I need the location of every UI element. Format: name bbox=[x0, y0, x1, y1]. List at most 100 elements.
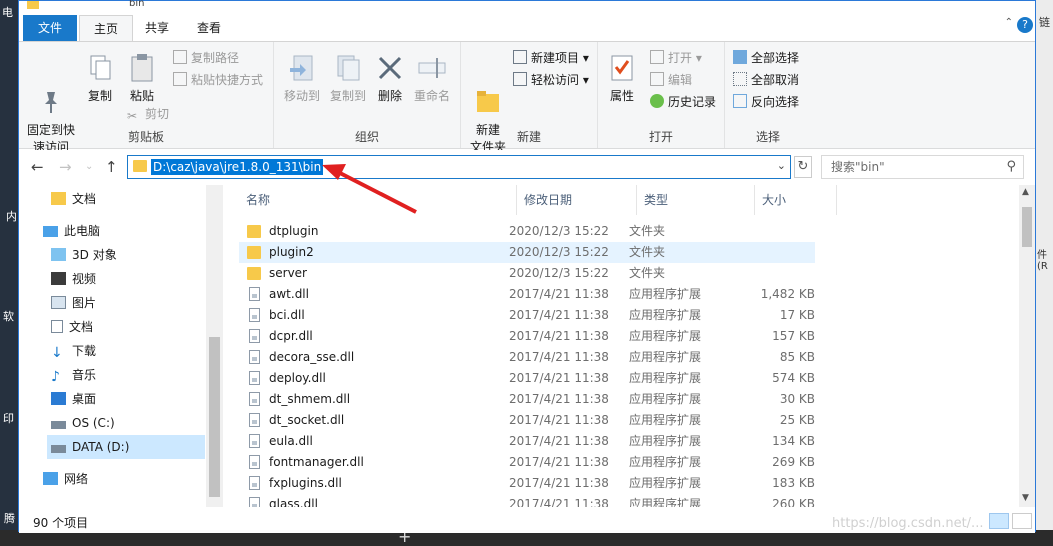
invert-selection-icon bbox=[733, 94, 747, 108]
tab-home[interactable]: 主页 bbox=[79, 15, 134, 41]
nav-scrollbar-thumb[interactable] bbox=[209, 337, 220, 497]
rename-label: 重命名 bbox=[413, 89, 450, 103]
chevron-down-icon[interactable]: ⌄ bbox=[777, 159, 786, 172]
window-title: bin bbox=[129, 0, 145, 9]
edit-button[interactable]: 编辑 bbox=[650, 70, 692, 90]
file-row[interactable]: eula.dll 2017/4/21 11:38 应用程序扩展 134 KB bbox=[239, 431, 815, 452]
search-input[interactable]: 搜索"bin" ⚲ bbox=[821, 155, 1024, 179]
nav-scrollbar[interactable] bbox=[206, 185, 223, 507]
file-row[interactable]: deploy.dll 2017/4/21 11:38 应用程序扩展 574 KB bbox=[239, 368, 815, 389]
nav-item-3d-objects[interactable]: 3D 对象 bbox=[51, 243, 221, 267]
nav-item-documents[interactable]: 文档 bbox=[51, 315, 221, 339]
select-none-button[interactable]: 全部取消 bbox=[733, 70, 799, 90]
quick-access-toolbar: bin bbox=[19, 0, 1035, 13]
file-size: 25 KB bbox=[779, 413, 815, 427]
desktop-label: 腾 bbox=[4, 512, 15, 525]
desktop-label: 电 bbox=[2, 6, 13, 19]
up-arrow-icon[interactable]: ↑ bbox=[105, 158, 118, 176]
select-group: 全部选择 全部取消 反向选择 选择 bbox=[725, 42, 811, 148]
file-row[interactable]: decora_sse.dll 2017/4/21 11:38 应用程序扩展 85 KB bbox=[239, 347, 815, 368]
move-to-button[interactable]: 移动到 bbox=[280, 52, 324, 105]
file-row[interactable]: glass.dll 2017/4/21 11:38 应用程序扩展 260 KB bbox=[239, 494, 815, 507]
file-size: 85 KB bbox=[779, 350, 815, 364]
refresh-icon[interactable]: ↻ bbox=[794, 156, 812, 178]
tab-file[interactable]: 文件 bbox=[23, 15, 78, 41]
file-name: fontmanager.dll bbox=[269, 455, 364, 469]
nav-item-pictures[interactable]: 图片 bbox=[51, 291, 221, 315]
new-item-icon bbox=[513, 50, 527, 64]
nav-item-music[interactable]: ♪ 音乐 bbox=[51, 363, 221, 387]
file-row[interactable]: fxplugins.dll 2017/4/21 11:38 应用程序扩展 183 KB bbox=[239, 473, 815, 494]
easy-access-button[interactable]: 轻松访问 ▾ bbox=[513, 70, 589, 90]
dll-file-icon bbox=[249, 308, 260, 322]
scissors-icon: ✂ bbox=[127, 109, 138, 123]
select-all-button[interactable]: 全部选择 bbox=[733, 48, 799, 68]
tab-share[interactable]: 共享 bbox=[131, 15, 183, 41]
file-row[interactable]: dtplugin 2020/12/3 15:22 文件夹 bbox=[239, 221, 815, 242]
music-icon: ♪ bbox=[51, 369, 60, 385]
copy-button[interactable]: 复制 bbox=[81, 52, 119, 105]
nav-item-this-pc[interactable]: 此电脑 bbox=[43, 219, 221, 243]
new-folder-icon bbox=[472, 69, 504, 112]
desktop-icon bbox=[51, 392, 66, 405]
file-type: 应用程序扩展 bbox=[629, 350, 702, 364]
file-size: 17 KB bbox=[779, 308, 815, 322]
address-path[interactable]: D:\caz\java\jre1.8.0_131\bin bbox=[151, 159, 324, 175]
tab-view[interactable]: 查看 bbox=[183, 15, 235, 41]
file-name: eula.dll bbox=[269, 434, 313, 448]
open-button[interactable]: 打开 ▾ bbox=[650, 48, 702, 68]
new-item-button[interactable]: 新建项目 ▾ bbox=[513, 48, 589, 68]
nav-item-videos[interactable]: 视频 bbox=[51, 267, 221, 291]
column-header-size[interactable]: 大小 bbox=[755, 185, 837, 215]
nav-item-os-c[interactable]: OS (C:) bbox=[51, 411, 221, 435]
chevron-up-icon[interactable]: ⌃ bbox=[1005, 17, 1013, 28]
large-icons-view-icon[interactable] bbox=[1012, 513, 1032, 529]
scroll-up-icon[interactable]: ▲ bbox=[1022, 187, 1029, 197]
column-header-name[interactable]: 名称 bbox=[239, 185, 517, 215]
rename-button[interactable]: 重命名 bbox=[410, 52, 454, 105]
nav-item-network[interactable]: 网络 bbox=[43, 467, 221, 491]
column-header-date[interactable]: 修改日期 bbox=[517, 185, 637, 215]
file-row[interactable]: dcpr.dll 2017/4/21 11:38 应用程序扩展 157 KB bbox=[239, 326, 815, 347]
file-row[interactable]: fontmanager.dll 2017/4/21 11:38 应用程序扩展 269 … bbox=[239, 452, 815, 473]
file-row[interactable]: awt.dll 2017/4/21 11:38 应用程序扩展 1,482 KB bbox=[239, 284, 815, 305]
nav-item-desktop[interactable]: 桌面 bbox=[51, 387, 221, 411]
scroll-down-icon[interactable]: ▼ bbox=[1022, 493, 1029, 503]
details-view-icon[interactable] bbox=[989, 513, 1009, 529]
folder-icon bbox=[247, 246, 261, 259]
copy-to-button[interactable]: 复制到 bbox=[326, 52, 370, 105]
file-name: fxplugins.dll bbox=[269, 476, 342, 490]
file-size: 183 KB bbox=[772, 476, 815, 490]
paste-button[interactable]: 粘贴 bbox=[123, 52, 161, 105]
file-row[interactable]: plugin2 2020/12/3 15:22 文件夹 bbox=[239, 242, 815, 263]
nav-item-downloads[interactable]: ↓ 下载 bbox=[51, 339, 221, 363]
forward-arrow-icon[interactable]: → bbox=[59, 158, 72, 176]
cut-button[interactable]: ✂ 剪切 bbox=[127, 104, 169, 124]
properties-button[interactable]: 属性 bbox=[604, 52, 640, 105]
nav-item-data-d[interactable]: DATA (D:) bbox=[47, 435, 205, 459]
back-arrow-icon[interactable]: ← bbox=[31, 158, 44, 176]
recent-dropdown-icon[interactable]: ⌄ bbox=[85, 161, 93, 172]
file-list-scrollbar[interactable]: ▲ ▼ bbox=[1019, 185, 1035, 507]
clipboard-icon bbox=[126, 52, 158, 84]
file-type: 应用程序扩展 bbox=[629, 497, 702, 507]
file-size: 157 KB bbox=[772, 329, 815, 343]
history-button[interactable]: 历史记录 bbox=[650, 92, 716, 112]
paste-shortcut-button[interactable]: 粘贴快捷方式 bbox=[173, 70, 263, 90]
file-row[interactable]: dt_socket.dll 2017/4/21 11:38 应用程序扩展 25 KB bbox=[239, 410, 815, 431]
delete-button[interactable]: 删除 bbox=[374, 52, 406, 105]
invert-selection-button[interactable]: 反向选择 bbox=[733, 92, 799, 112]
item-count: 90 个项目 bbox=[33, 516, 89, 530]
address-bar[interactable]: D:\caz\java\jre1.8.0_131\bin ⌄ bbox=[127, 155, 791, 179]
file-row[interactable]: server 2020/12/3 15:22 文件夹 bbox=[239, 263, 815, 284]
file-list-scrollbar-thumb[interactable] bbox=[1022, 207, 1032, 247]
nav-item-documents-quick[interactable]: 文档 bbox=[51, 187, 221, 211]
ribbon: 固定到快 速访问 复制 粘贴 复制路径 粘贴快捷方式 ✂ 剪切 剪贴板 移动到 … bbox=[19, 41, 1035, 154]
file-name: decora_sse.dll bbox=[269, 350, 355, 364]
open-group-label: 打开 bbox=[648, 130, 673, 144]
column-header-type[interactable]: 类型 bbox=[637, 185, 755, 215]
file-row[interactable]: dt_shmem.dll 2017/4/21 11:38 应用程序扩展 30 KB bbox=[239, 389, 815, 410]
help-icon[interactable]: ? bbox=[1017, 17, 1033, 33]
copy-path-button[interactable]: 复制路径 bbox=[173, 48, 239, 68]
file-row[interactable]: bci.dll 2017/4/21 11:38 应用程序扩展 17 KB bbox=[239, 305, 815, 326]
